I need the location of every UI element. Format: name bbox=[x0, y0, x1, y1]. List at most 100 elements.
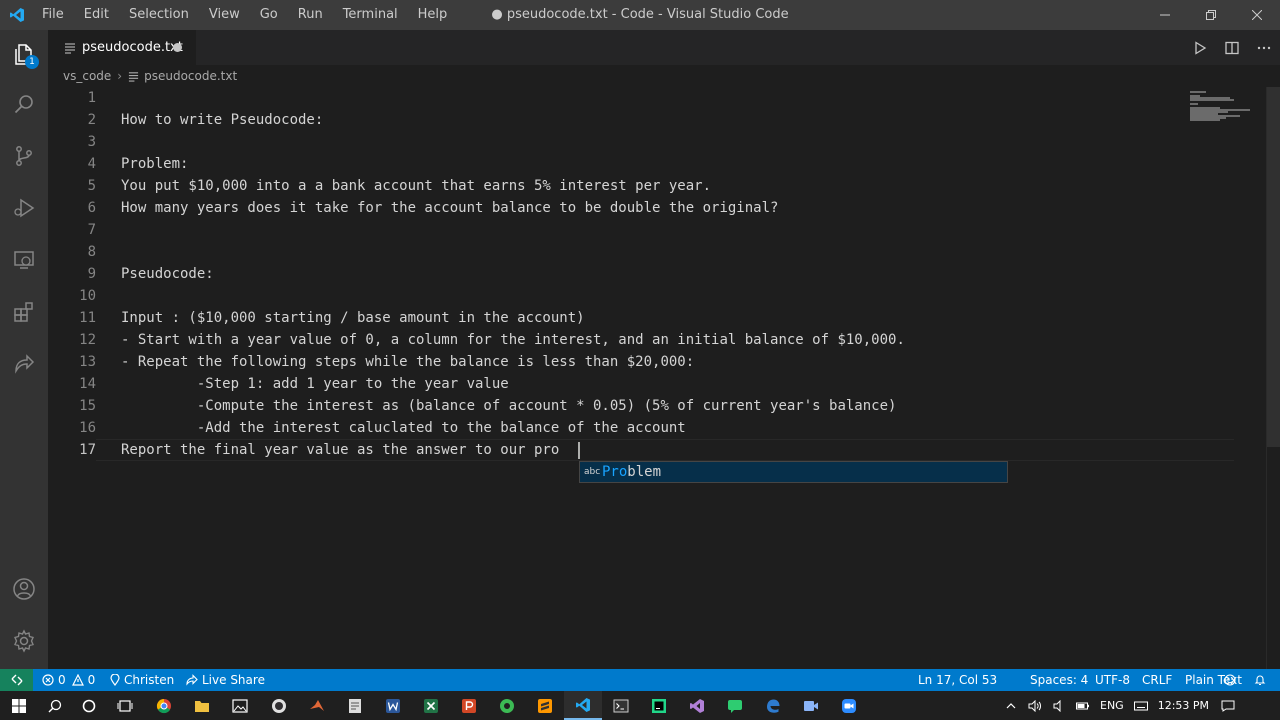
extensions-button[interactable] bbox=[0, 288, 48, 336]
remote-explorer-button[interactable] bbox=[0, 236, 48, 284]
taskbar-terminal[interactable] bbox=[602, 691, 640, 720]
remote-indicator[interactable] bbox=[0, 669, 33, 691]
menu-run[interactable]: Run bbox=[288, 0, 333, 30]
restore-button[interactable] bbox=[1188, 0, 1234, 30]
vscode-logo-icon[interactable] bbox=[9, 7, 25, 23]
user-indicator[interactable]: Christen bbox=[110, 669, 174, 691]
code-line[interactable]: - Repeat the following steps while the b… bbox=[121, 351, 905, 373]
taskbar-chrome[interactable] bbox=[145, 691, 183, 720]
taskbar-vscode[interactable] bbox=[564, 691, 602, 720]
breadcrumb-folder[interactable]: vs_code bbox=[63, 69, 111, 83]
cortana-button[interactable] bbox=[70, 691, 108, 720]
task-view-button[interactable] bbox=[106, 691, 144, 720]
close-button[interactable] bbox=[1234, 0, 1280, 30]
source-control-button[interactable] bbox=[0, 132, 48, 180]
problems-indicator[interactable]: 0 0 bbox=[42, 669, 95, 691]
minimize-button[interactable] bbox=[1142, 0, 1188, 30]
explorer-button[interactable]: 1 bbox=[0, 30, 48, 78]
battery-icon[interactable] bbox=[1076, 700, 1090, 712]
menu-go[interactable]: Go bbox=[250, 0, 288, 30]
code-line[interactable] bbox=[121, 219, 905, 241]
menu-view[interactable]: View bbox=[199, 0, 250, 30]
photos-icon bbox=[232, 698, 248, 713]
split-editor-button[interactable] bbox=[1216, 30, 1248, 65]
code-line[interactable]: -Add the interest caluclated to the bala… bbox=[121, 417, 905, 439]
chevron-up-icon[interactable] bbox=[1006, 701, 1016, 711]
search-button[interactable] bbox=[0, 80, 48, 128]
menu-edit[interactable]: Edit bbox=[74, 0, 119, 30]
cursor-position[interactable]: Ln 17, Col 53 bbox=[918, 669, 997, 691]
code-line-active[interactable]: Report the final year value as the answe… bbox=[121, 439, 905, 461]
taskbar-word[interactable] bbox=[374, 691, 412, 720]
code-line[interactable] bbox=[121, 131, 905, 153]
taskbar-file-explorer[interactable] bbox=[183, 691, 221, 720]
indentation[interactable]: Spaces: 4 bbox=[1030, 669, 1088, 691]
tab-pseudocode[interactable]: pseudocode.txt bbox=[48, 30, 196, 65]
tab-label: pseudocode.txt bbox=[82, 40, 183, 55]
menu-help[interactable]: Help bbox=[408, 0, 458, 30]
taskbar-edge[interactable] bbox=[754, 691, 792, 720]
run-button[interactable] bbox=[1184, 30, 1216, 65]
code-line[interactable]: You put $10,000 into a a bank account th… bbox=[121, 175, 905, 197]
encoding[interactable]: UTF-8 bbox=[1095, 669, 1130, 691]
taskbar-powerpoint[interactable] bbox=[450, 691, 488, 720]
clock-time[interactable]: 12:53 PM bbox=[1158, 699, 1209, 712]
breadcrumb-file[interactable]: pseudocode.txt bbox=[144, 69, 237, 83]
unsaved-dot-icon[interactable] bbox=[173, 43, 182, 52]
manage-button[interactable] bbox=[0, 617, 48, 665]
start-button[interactable] bbox=[0, 691, 38, 720]
menu-file[interactable]: File bbox=[32, 0, 74, 30]
run-debug-button[interactable] bbox=[0, 184, 48, 232]
taskbar-app-obs[interactable] bbox=[260, 691, 298, 720]
chat-icon bbox=[728, 699, 742, 713]
taskbar-search-button[interactable] bbox=[36, 691, 74, 720]
line-number-gutter: 1 2 3 4 5 6 7 8 9 10 11 12 13 14 15 16 1… bbox=[48, 87, 96, 461]
taskbar-app-green[interactable] bbox=[488, 691, 526, 720]
live-share-button[interactable] bbox=[0, 340, 48, 388]
code-text[interactable]: How to write Pseudocode: Problem: You pu… bbox=[121, 87, 905, 461]
more-actions-button[interactable] bbox=[1248, 30, 1280, 65]
app-green-icon bbox=[500, 698, 514, 713]
notification-center-icon[interactable] bbox=[1221, 700, 1235, 712]
speaker-icon[interactable] bbox=[1052, 699, 1066, 712]
code-line[interactable]: - Start with a year value of 0, a column… bbox=[121, 329, 905, 351]
suggestion-item[interactable]: abc Pro blem bbox=[580, 462, 1007, 482]
code-line[interactable]: How to write Pseudocode: bbox=[121, 109, 905, 131]
code-line[interactable]: How many years does it take for the acco… bbox=[121, 197, 905, 219]
remote-explorer-icon bbox=[14, 251, 34, 269]
taskbar-app-video[interactable] bbox=[792, 691, 830, 720]
code-line[interactable]: Input : ($10,000 starting / base amount … bbox=[121, 307, 905, 329]
taskbar-visual-studio[interactable] bbox=[678, 691, 716, 720]
code-line[interactable] bbox=[121, 285, 905, 307]
volume-icon[interactable] bbox=[1028, 699, 1042, 712]
code-line[interactable] bbox=[121, 241, 905, 263]
taskbar-app-chat[interactable] bbox=[716, 691, 754, 720]
line-number: 4 bbox=[87, 156, 96, 172]
taskbar-excel[interactable] bbox=[412, 691, 450, 720]
feedback-button[interactable] bbox=[1224, 669, 1240, 691]
live-share-status[interactable]: Live Share bbox=[186, 669, 265, 691]
taskbar-app-photos[interactable] bbox=[221, 691, 259, 720]
scrollbar-thumb[interactable] bbox=[1267, 87, 1280, 447]
taskbar-app-notes[interactable] bbox=[336, 691, 374, 720]
code-line[interactable] bbox=[121, 87, 905, 109]
taskbar-zoom[interactable] bbox=[830, 691, 868, 720]
keyboard-icon[interactable] bbox=[1133, 700, 1148, 712]
menu-selection[interactable]: Selection bbox=[119, 0, 199, 30]
notifications-button[interactable] bbox=[1254, 669, 1270, 691]
taskbar-app-matlab[interactable] bbox=[298, 691, 336, 720]
notes-icon bbox=[349, 698, 361, 713]
menu-terminal[interactable]: Terminal bbox=[333, 0, 408, 30]
taskbar-app-sublime[interactable] bbox=[526, 691, 564, 720]
code-line[interactable]: Pseudocode: bbox=[121, 263, 905, 285]
taskbar-pycharm[interactable] bbox=[640, 691, 678, 720]
input-language[interactable]: ENG bbox=[1100, 699, 1124, 712]
line-number: 6 bbox=[87, 200, 96, 216]
vertical-scrollbar[interactable] bbox=[1266, 87, 1280, 669]
editor[interactable]: 1 2 3 4 5 6 7 8 9 10 11 12 13 14 15 16 1… bbox=[48, 87, 1280, 669]
code-line[interactable]: Problem: bbox=[121, 153, 905, 175]
accounts-button[interactable] bbox=[0, 565, 48, 613]
code-line[interactable]: -Step 1: add 1 year to the year value bbox=[121, 373, 905, 395]
code-line[interactable]: -Compute the interest as (balance of acc… bbox=[121, 395, 905, 417]
line-ending[interactable]: CRLF bbox=[1142, 669, 1172, 691]
